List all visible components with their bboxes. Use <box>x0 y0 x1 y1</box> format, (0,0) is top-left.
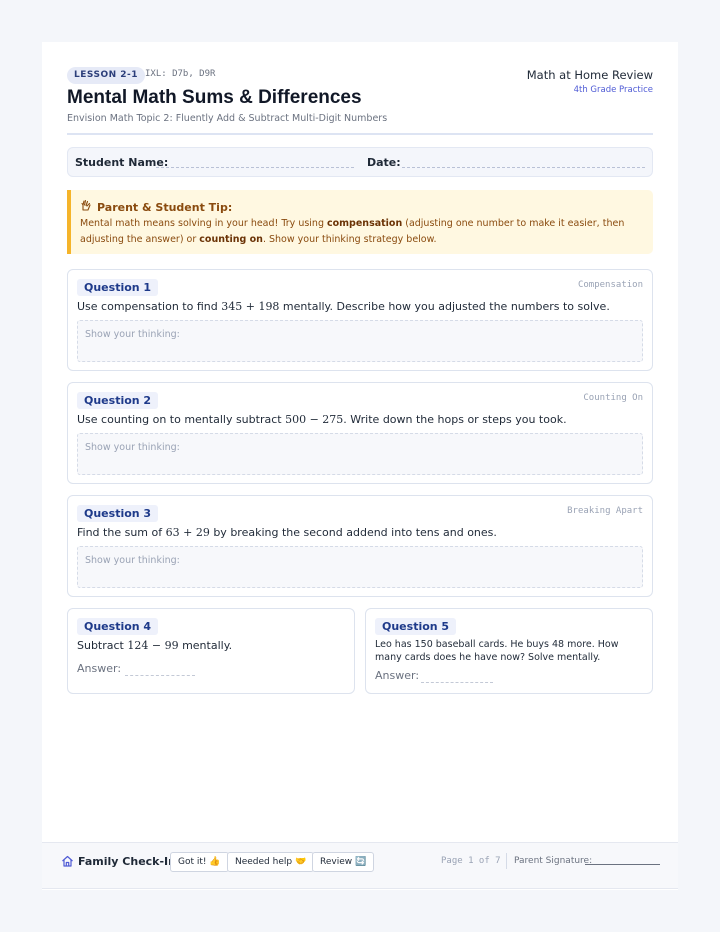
worksheet-page: LESSON 2-1 IXL: D7b, D9R Mental Math Sum… <box>42 42 678 890</box>
strategy-tag: Breaking Apart <box>567 506 643 516</box>
answer-label: Answer: <box>375 669 420 682</box>
parent-tip: Parent & Student Tip: Mental math means … <box>67 190 653 254</box>
question-label: Question 4 <box>77 618 159 635</box>
question-card-3: Question 3 Breaking Apart Find the sum o… <box>67 495 653 597</box>
tip-text-3: . Show your thinking strategy below. <box>262 233 437 245</box>
signature-label: Parent Signature: <box>514 856 593 866</box>
tip-text-1: Mental math means solving in your head! … <box>80 218 327 229</box>
tip-bold-compensation: compensation <box>327 218 403 229</box>
page-number: Page 1 of 7 <box>441 856 501 866</box>
needed-help-button[interactable]: Needed help 🤝 <box>227 852 315 872</box>
footer-divider <box>506 853 507 869</box>
student-info-bar: Student Name: Date: <box>67 147 653 177</box>
tip-body: Mental math means solving in your head! … <box>80 216 639 247</box>
hand-icon <box>80 199 93 214</box>
review-button[interactable]: Review 🔄 <box>312 852 375 872</box>
tip-bold-counting-on: counting on <box>199 233 263 245</box>
student-name-field[interactable] <box>156 167 354 168</box>
date-field[interactable] <box>402 167 645 168</box>
question-card-2: Question 2 Counting On Use counting on t… <box>67 382 653 484</box>
math-expression: 124 − 99 <box>127 639 179 652</box>
home-icon <box>61 855 74 867</box>
strategy-tag: Counting On <box>583 393 643 403</box>
question-label: Question 2 <box>77 392 159 409</box>
student-name-label: Student Name: <box>75 156 169 169</box>
answer-field[interactable] <box>421 682 493 683</box>
question-card-1: Question 1 Compensation Use compensation… <box>67 269 653 371</box>
tip-heading-text: Parent & Student Tip: <box>97 201 233 214</box>
question-text: Subtract 124 − 99 mentally. <box>77 639 233 652</box>
thinking-placeholder: Show your thinking: <box>85 442 180 453</box>
thinking-box[interactable]: Show your thinking: <box>77 320 643 362</box>
date-label: Date: <box>367 156 401 169</box>
signature-field[interactable] <box>585 864 660 865</box>
question-text: Use compensation to find 345 + 198 menta… <box>77 300 610 313</box>
thinking-placeholder: Show your thinking: <box>85 329 180 340</box>
ixl-codes: IXL: D7b, D9R <box>145 69 216 79</box>
page-subtitle: Envision Math Topic 2: Fluently Add & Su… <box>67 113 388 124</box>
thinking-box[interactable]: Show your thinking: <box>77 433 643 475</box>
header-divider <box>67 133 653 135</box>
strategy-tag: Compensation <box>577 280 643 290</box>
family-checkin-footer: Family Check-In: Got it! 👍 Needed help 🤝… <box>42 842 678 889</box>
family-checkin-label: Family Check-In: <box>78 855 181 868</box>
lesson-badge: LESSON 2-1 <box>67 67 146 84</box>
brand-title: Math at Home Review <box>526 68 653 82</box>
question-label: Question 5 <box>375 618 457 635</box>
question-text: Use counting on to mentally subtract 500… <box>77 413 567 426</box>
question-text: Leo has 150 baseball cards. He buys 48 m… <box>375 639 619 663</box>
grade-label: 4th Grade Practice <box>573 85 653 95</box>
math-expression: 345 + 198 <box>221 300 280 313</box>
page-title: Mental Math Sums & Differences <box>67 87 362 108</box>
family-checkin: Family Check-In: <box>61 855 180 868</box>
question-text: Find the sum of 63 + 29 by breaking the … <box>77 526 497 539</box>
thinking-box[interactable]: Show your thinking: <box>77 546 643 588</box>
math-expression: 63 + 29 <box>165 526 210 539</box>
question-card-4: Question 4 Subtract 124 − 99 mentally. A… <box>67 608 355 694</box>
question-label: Question 1 <box>77 279 159 296</box>
page-header: LESSON 2-1 IXL: D7b, D9R Mental Math Sum… <box>67 67 653 137</box>
question-label: Question 3 <box>77 505 159 522</box>
tip-heading: Parent & Student Tip: <box>80 199 232 214</box>
answer-label: Answer: <box>77 662 122 675</box>
got-it-button[interactable]: Got it! 👍 <box>170 852 229 872</box>
thinking-placeholder: Show your thinking: <box>85 555 180 566</box>
question-card-5: Question 5 Leo has 150 baseball cards. H… <box>365 608 653 694</box>
math-expression: 500 − 275 <box>285 413 344 426</box>
answer-field[interactable] <box>125 675 195 676</box>
